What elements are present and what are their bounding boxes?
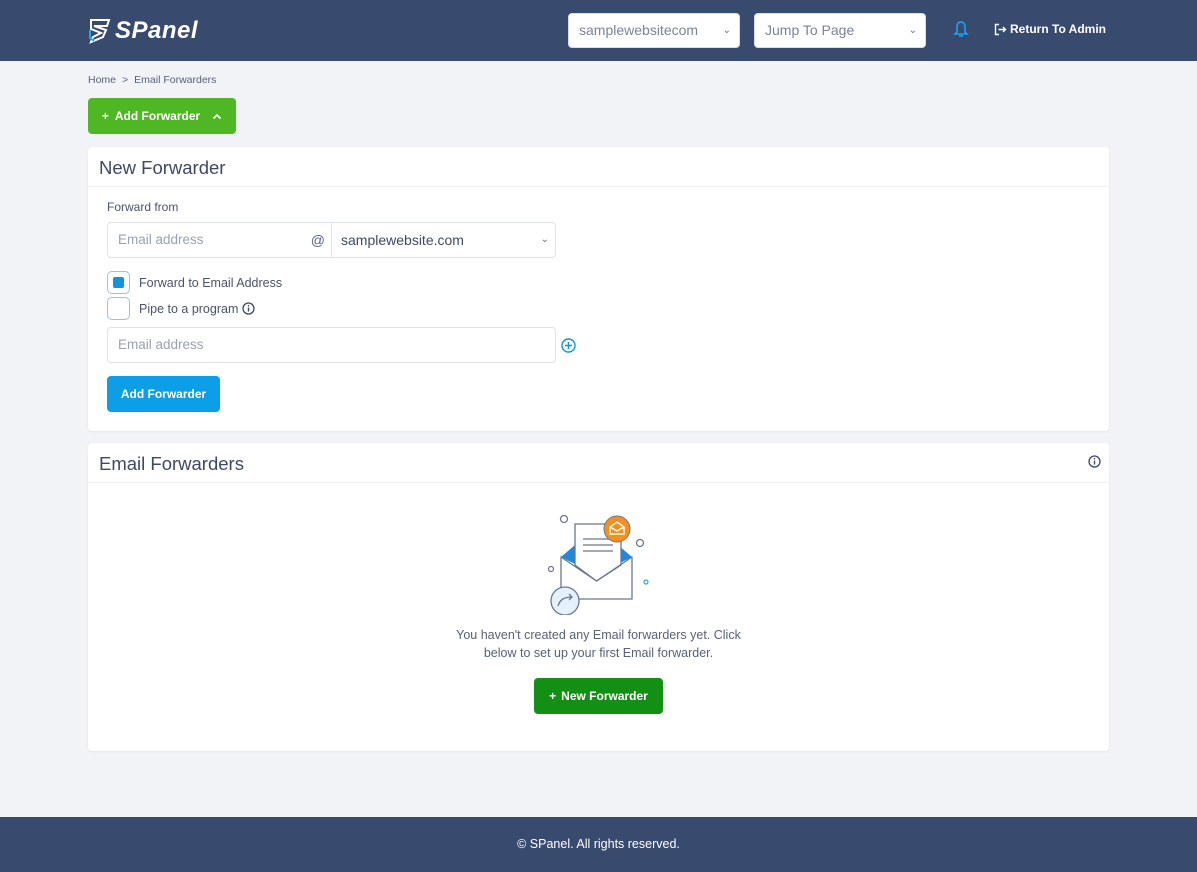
logo[interactable]: SPanel xyxy=(88,17,198,45)
breadcrumb-home[interactable]: Home xyxy=(88,74,116,86)
destination-email-placeholder: Email address xyxy=(118,337,204,352)
email-forwarders-header: Email Forwarders xyxy=(88,443,1109,483)
new-forwarder-label: New Forwarder xyxy=(561,689,648,703)
jump-to-page-select[interactable]: Jump To Page ⌄ xyxy=(754,13,926,48)
breadcrumb: Home > Email Forwarders xyxy=(88,74,216,86)
empty-state-line-1: You haven't created any Email forwarders… xyxy=(456,628,741,642)
radio-checked-mark xyxy=(113,277,124,288)
new-forwarder-button[interactable]: + New Forwarder xyxy=(534,678,663,714)
pipe-to-program-radio[interactable] xyxy=(107,297,130,320)
new-forwarder-title: New Forwarder xyxy=(88,147,1109,187)
spanel-shield-icon xyxy=(89,19,111,44)
footer-copyright: © SPanel. All rights reserved. xyxy=(517,837,680,851)
forward-to-email-label: Forward to Email Address xyxy=(139,275,283,290)
pipe-to-program-option[interactable]: Pipe to a program xyxy=(107,297,256,320)
info-icon[interactable] xyxy=(1088,455,1101,468)
top-navbar: SPanel samplewebsitecom ⌄ Jump To Page ⌄… xyxy=(0,0,1197,61)
website-select-value: samplewebsitecom xyxy=(579,22,699,38)
plus-icon: + xyxy=(101,109,109,123)
chevron-down-icon: ⌄ xyxy=(908,25,917,36)
logout-icon xyxy=(994,23,1007,35)
forward-from-group: Email address @ samplewebsite.com ⌄ xyxy=(107,222,556,258)
domain-select[interactable]: samplewebsite.com ⌄ xyxy=(332,223,555,257)
forward-from-email-placeholder: Email address xyxy=(118,232,204,247)
logo-text: SPanel xyxy=(115,17,199,44)
return-to-admin-link[interactable]: Return To Admin xyxy=(994,22,1106,36)
add-forwarder-submit-button[interactable]: Add Forwarder xyxy=(107,376,220,412)
forward-to-email-option[interactable]: Forward to Email Address xyxy=(107,271,282,294)
add-destination-icon[interactable] xyxy=(561,338,576,353)
forward-from-label: Forward from xyxy=(107,200,179,214)
email-forwarders-card: Email Forwarders You haven't created any… xyxy=(88,443,1109,751)
new-forwarder-card: New Forwarder Forward from Email address… xyxy=(88,147,1109,431)
plus-icon: + xyxy=(549,689,557,703)
breadcrumb-current: Email Forwarders xyxy=(134,74,217,86)
footer: © SPanel. All rights reserved. xyxy=(0,817,1197,872)
at-symbol: @ xyxy=(310,232,325,248)
email-forwarders-title: Email Forwarders xyxy=(99,453,244,474)
return-to-admin-label: Return To Admin xyxy=(1010,22,1106,36)
pipe-to-program-label: Pipe to a program xyxy=(139,301,239,316)
domain-select-value: samplewebsite.com xyxy=(341,232,464,248)
forward-to-email-radio[interactable] xyxy=(107,271,130,294)
breadcrumb-separator: > xyxy=(122,74,129,86)
empty-state-line-2: below to set up your first Email forward… xyxy=(483,646,714,660)
website-select[interactable]: samplewebsitecom ⌄ xyxy=(568,13,740,48)
jump-to-page-placeholder: Jump To Page xyxy=(765,22,855,38)
chevron-down-icon: ⌄ xyxy=(540,234,549,245)
bell-icon[interactable] xyxy=(953,20,969,38)
destination-email-input[interactable]: Email address xyxy=(107,327,556,363)
info-icon[interactable] xyxy=(242,302,256,315)
empty-state-message: You haven't created any Email forwarders… xyxy=(88,626,1109,662)
email-forward-illustration xyxy=(547,514,649,615)
chevron-down-icon: ⌄ xyxy=(722,25,731,36)
forward-from-email-input[interactable]: Email address @ xyxy=(108,223,332,257)
add-forwarder-toggle-button[interactable]: + Add Forwarder xyxy=(88,98,236,134)
chevron-up-icon xyxy=(213,113,222,119)
add-forwarder-label: Add Forwarder xyxy=(114,109,201,123)
